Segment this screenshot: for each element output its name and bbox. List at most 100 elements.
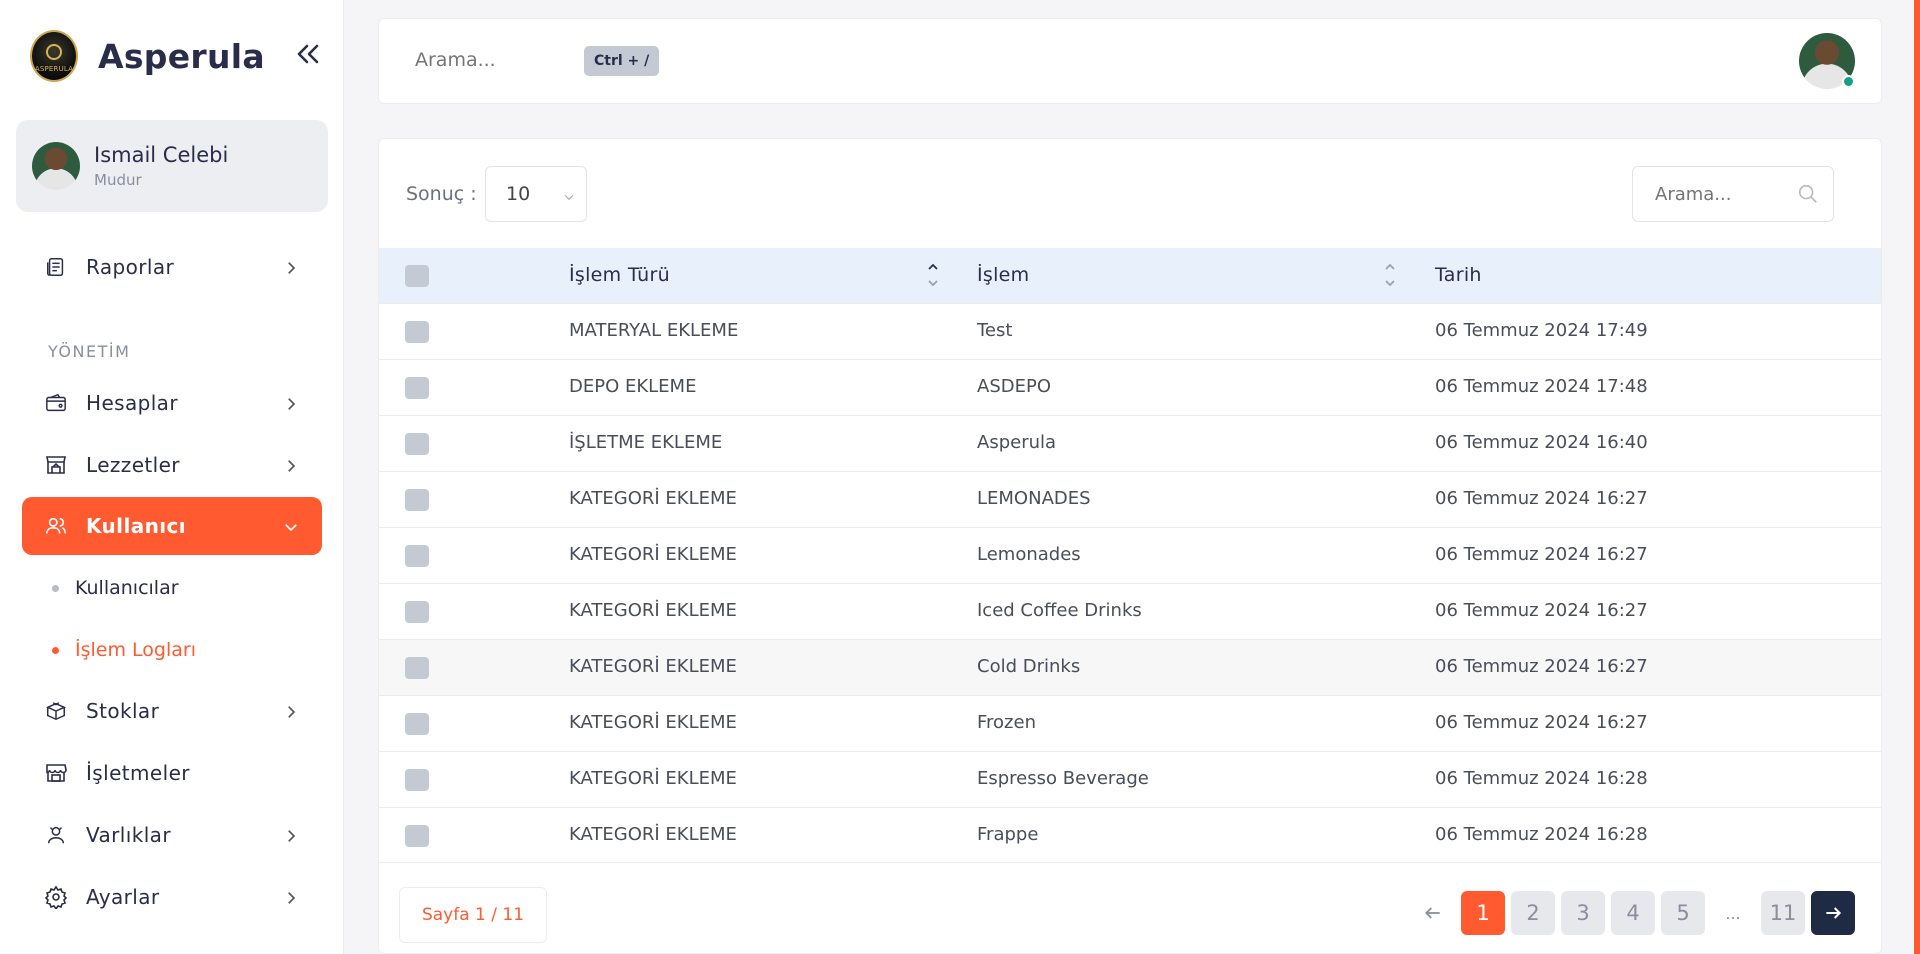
cell-islem-turu: MATERYAL EKLEME (569, 320, 739, 341)
cell-islem-turu: KATEGORİ EKLEME (569, 712, 737, 733)
page-ellipsis: ... (1725, 903, 1741, 923)
table-row[interactable]: DEPO EKLEME ASDEPO 06 Temmuz 2024 17:48 (379, 359, 1881, 415)
table-row[interactable]: KATEGORİ EKLEME Cold Drinks 06 Temmuz 20… (379, 639, 1881, 695)
row-checkbox[interactable] (405, 489, 429, 511)
table-header: İşlem Türü İşlem Tarih (379, 248, 1881, 303)
brand[interactable]: ASPERULA Asperula (30, 30, 265, 82)
chevron-right-icon (282, 456, 300, 474)
store-icon (44, 453, 68, 477)
column-header-islem[interactable]: İşlem (977, 264, 1029, 286)
page-button-11[interactable]: 11 (1761, 891, 1805, 935)
sidebar-item-label: Kullanıcı (86, 514, 186, 538)
sidebar-item-label: Raporlar (86, 255, 175, 279)
sidebar-subitem-islem-loglari[interactable]: İşlem Logları (52, 630, 196, 670)
sidebar-item-varliklar[interactable]: Varlıklar (22, 806, 322, 864)
results-label: Sonuç : (406, 183, 477, 205)
global-search-input[interactable] (415, 49, 565, 71)
cell-islem: Asperula (977, 432, 1057, 453)
sidebar-item-label: Stoklar (86, 699, 160, 723)
sidebar-item-hesaplar[interactable]: Hesaplar (22, 374, 322, 432)
sidebar-item-ayarlar[interactable]: Ayarlar (22, 868, 322, 926)
user-card[interactable]: Ismail Celebi Mudur (16, 120, 328, 212)
cell-tarih: 06 Temmuz 2024 17:49 (1435, 320, 1648, 341)
chevron-right-icon (282, 394, 300, 412)
cell-tarih: 06 Temmuz 2024 16:28 (1435, 824, 1648, 845)
cell-islem: Espresso Beverage (977, 768, 1149, 789)
row-checkbox[interactable] (405, 377, 429, 399)
table-row[interactable]: MATERYAL EKLEME Test 06 Temmuz 2024 17:4… (379, 303, 1881, 359)
sidebar-item-kullanici[interactable]: Kullanıcı (22, 497, 322, 555)
previous-page-button[interactable] (1411, 891, 1455, 935)
sidebar-item-stoklar[interactable]: Stoklar (22, 682, 322, 740)
table-row[interactable]: KATEGORİ EKLEME Frozen 06 Temmuz 2024 16… (379, 695, 1881, 751)
column-header-islem-turu[interactable]: İşlem Türü (569, 264, 670, 286)
cell-islem-turu: KATEGORİ EKLEME (569, 488, 737, 509)
topbar: Ctrl + / (378, 18, 1882, 104)
row-checkbox[interactable] (405, 657, 429, 679)
table-row[interactable]: KATEGORİ EKLEME Iced Coffee Drinks 06 Te… (379, 583, 1881, 639)
person-badge-icon (44, 823, 68, 847)
sidebar: ASPERULA Asperula Ismail Celebi Mudur Ra… (0, 0, 344, 954)
sidebar-subitem-label: İşlem Logları (75, 639, 196, 661)
user-role: Mudur (94, 171, 142, 189)
page-size-select[interactable]: 10 (485, 166, 587, 222)
collapse-sidebar-icon[interactable] (296, 42, 320, 71)
search-shortcut-badge: Ctrl + / (584, 46, 660, 76)
scrollbar-accent (1914, 0, 1920, 954)
user-name: Ismail Celebi (94, 143, 229, 167)
row-checkbox[interactable] (405, 825, 429, 847)
arrow-right-icon (1826, 907, 1842, 919)
cell-islem-turu: KATEGORİ EKLEME (569, 768, 737, 789)
users-icon (44, 514, 68, 538)
cell-islem-turu: KATEGORİ EKLEME (569, 600, 737, 621)
sidebar-item-lezzetler[interactable]: Lezzetler (22, 436, 322, 494)
cell-tarih: 06 Temmuz 2024 16:27 (1435, 712, 1648, 733)
section-title: YÖNETİM (48, 342, 131, 361)
logs-card: Sonuç : 10 İşlem Türü İşlem Tarih MATERY… (378, 138, 1882, 954)
row-checkbox[interactable] (405, 713, 429, 735)
sidebar-item-isletmeler[interactable]: İşletmeler (22, 744, 322, 802)
cell-tarih: 06 Temmuz 2024 16:27 (1435, 488, 1648, 509)
cell-islem: Iced Coffee Drinks (977, 600, 1142, 621)
cell-islem-turu: KATEGORİ EKLEME (569, 544, 737, 565)
chevron-down-icon (562, 187, 576, 201)
page-info: Sayfa 1 / 11 (399, 887, 547, 943)
online-status-icon (1842, 75, 1855, 88)
sidebar-subitem-label: Kullanıcılar (75, 577, 179, 599)
box-icon (44, 699, 68, 723)
chevron-down-icon (282, 517, 300, 535)
page-button-5[interactable]: 5 (1661, 891, 1705, 935)
chevron-right-icon (282, 888, 300, 906)
table-row[interactable]: KATEGORİ EKLEME Espresso Beverage 06 Tem… (379, 751, 1881, 807)
table-row[interactable]: KATEGORİ EKLEME Frappe 06 Temmuz 2024 16… (379, 807, 1881, 863)
sidebar-subitem-kullanicilar[interactable]: Kullanıcılar (52, 568, 179, 608)
logo-text: ASPERULA (34, 65, 74, 73)
bullet-icon (52, 584, 59, 592)
table-row[interactable]: İŞLETME EKLEME Asperula 06 Temmuz 2024 1… (379, 415, 1881, 471)
sort-icon[interactable] (1384, 260, 1396, 290)
select-all-checkbox[interactable] (405, 265, 429, 287)
row-checkbox[interactable] (405, 601, 429, 623)
chevron-right-icon (282, 702, 300, 720)
next-page-button[interactable] (1811, 891, 1855, 935)
sidebar-item-raporlar[interactable]: Raporlar (22, 238, 322, 296)
row-checkbox[interactable] (405, 545, 429, 567)
row-checkbox[interactable] (405, 433, 429, 455)
search-icon[interactable] (1797, 183, 1819, 205)
sort-icon[interactable] (927, 260, 939, 290)
table-row[interactable]: KATEGORİ EKLEME LEMONADES 06 Temmuz 2024… (379, 471, 1881, 527)
row-checkbox[interactable] (405, 321, 429, 343)
cell-tarih: 06 Temmuz 2024 16:27 (1435, 544, 1648, 565)
page-button-4[interactable]: 4 (1611, 891, 1655, 935)
cell-tarih: 06 Temmuz 2024 17:48 (1435, 376, 1648, 397)
row-checkbox[interactable] (405, 769, 429, 791)
column-header-tarih[interactable]: Tarih (1435, 264, 1482, 286)
table-row[interactable]: KATEGORİ EKLEME Lemonades 06 Temmuz 2024… (379, 527, 1881, 583)
arrow-left-icon (1425, 907, 1440, 919)
page-button-3[interactable]: 3 (1561, 891, 1605, 935)
brand-logo: ASPERULA (30, 30, 78, 82)
page-button-2[interactable]: 2 (1511, 891, 1555, 935)
page-button-1[interactable]: 1 (1461, 891, 1505, 935)
brand-name: Asperula (98, 36, 265, 76)
sidebar-item-label: Ayarlar (86, 885, 160, 909)
